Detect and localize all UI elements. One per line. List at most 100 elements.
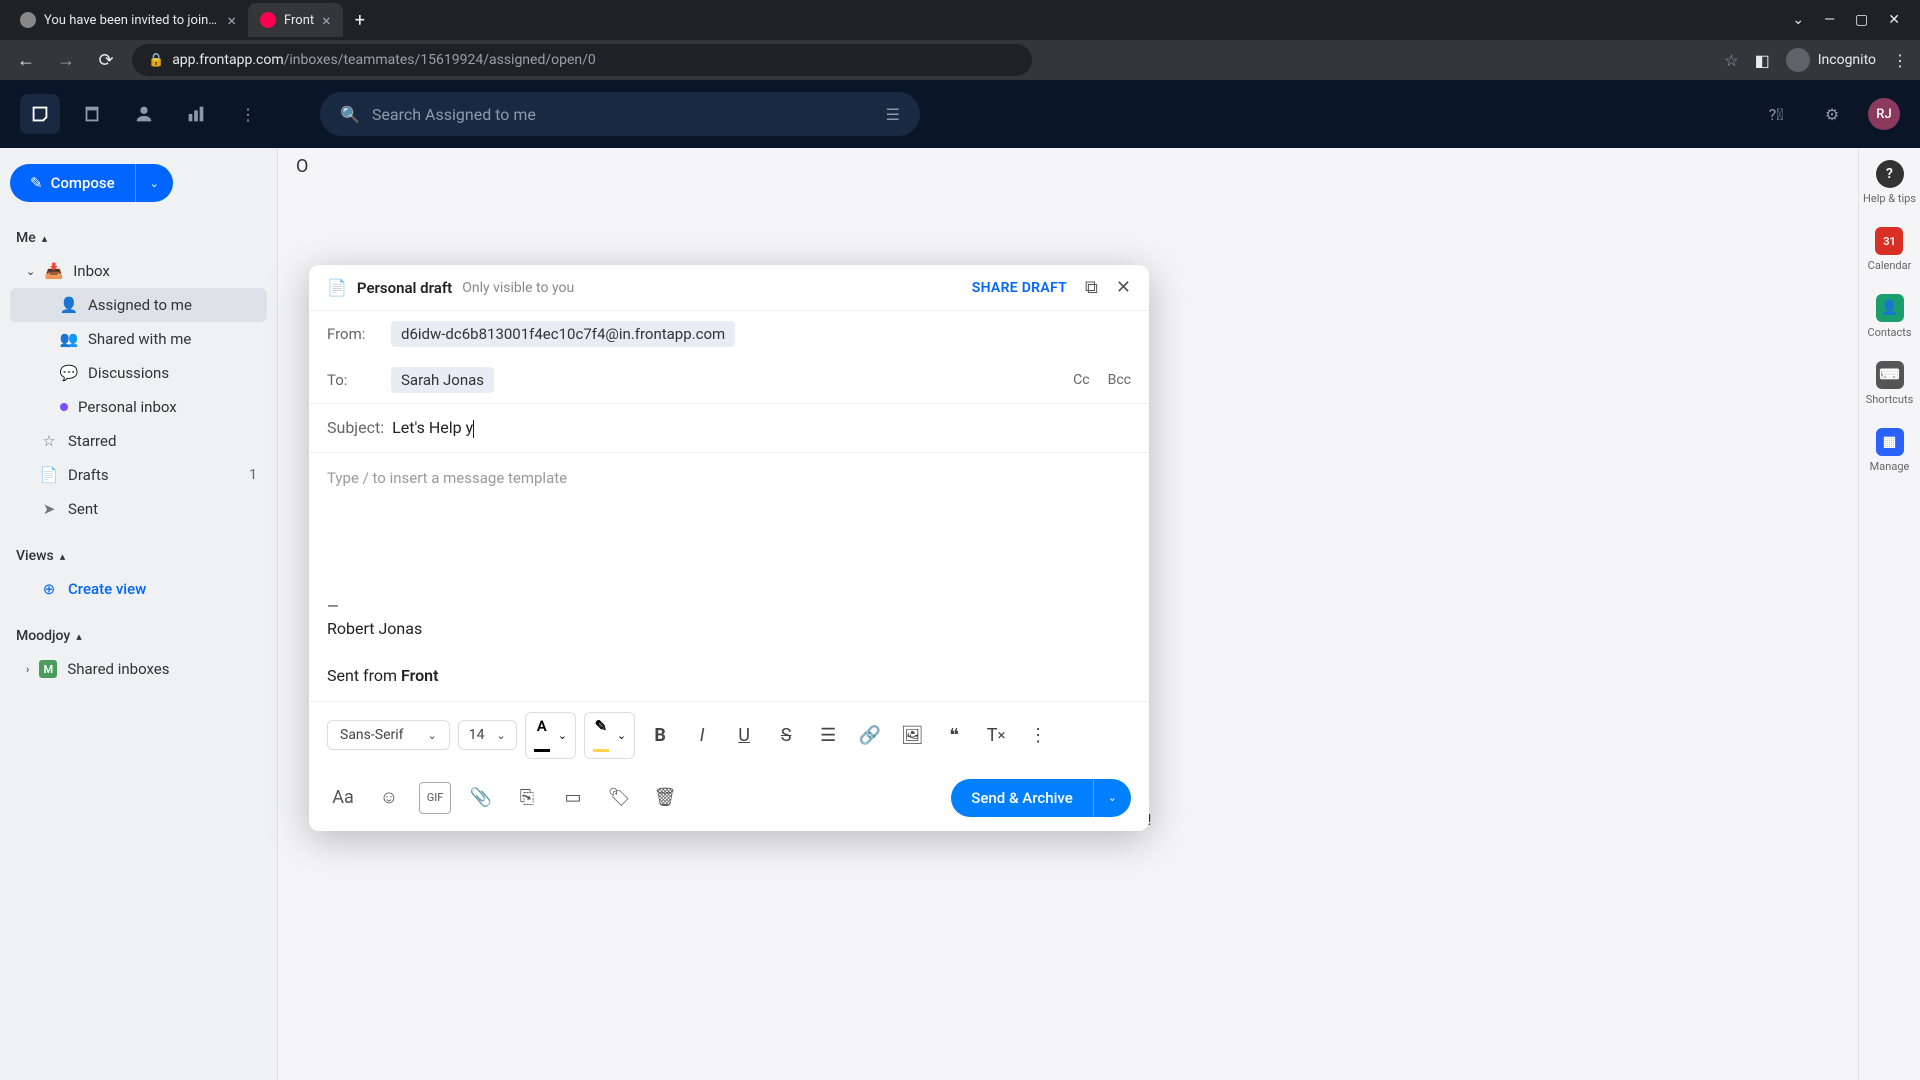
bookmark-icon[interactable]: ☆ — [1724, 51, 1738, 70]
help-icon[interactable]: ?⃝ — [1756, 94, 1796, 134]
analytics-nav-icon[interactable] — [176, 94, 216, 134]
from-field[interactable]: From: d6idw-dc6b813001f4ec10c7f4@in.fron… — [309, 311, 1149, 357]
compose-body[interactable]: Type / to insert a message template — Ro… — [309, 453, 1149, 701]
to-label: To: — [327, 371, 391, 389]
url-text: app.frontapp.com/inboxes/teammates/15619… — [172, 52, 596, 68]
sidebar-section-moodjoy[interactable]: Moodjoy ▴ — [10, 620, 267, 652]
underline-button[interactable]: U — [727, 718, 761, 752]
emoji-button[interactable]: ☺ — [373, 782, 405, 814]
template-button[interactable]: ⎘ — [511, 782, 543, 814]
sidebar-item-label: Drafts — [68, 466, 109, 484]
close-icon[interactable]: × — [322, 11, 331, 30]
rail-help[interactable]: ? Help & tips — [1863, 160, 1916, 205]
sidebar-item-sent[interactable]: ➤ Sent — [10, 492, 267, 526]
send-archive-button[interactable]: Send & Archive — [951, 779, 1092, 817]
inbox-nav-icon[interactable] — [20, 94, 60, 134]
subject-field[interactable]: Subject: Let's Help y — [309, 403, 1149, 453]
extensions-icon[interactable]: ◧ — [1755, 51, 1770, 70]
contacts-nav-icon[interactable] — [124, 94, 164, 134]
tag-button[interactable]: 🏷 — [603, 782, 635, 814]
filter-icon[interactable]: ☰ — [886, 105, 900, 124]
popout-icon[interactable]: ⧉ — [1085, 277, 1098, 298]
minimize-icon[interactable]: — — [1824, 12, 1835, 28]
link-button[interactable]: 🔗 — [853, 718, 887, 752]
maximize-icon[interactable]: ▢ — [1855, 12, 1868, 28]
close-icon[interactable]: ✕ — [1116, 277, 1131, 298]
forward-button[interactable]: → — [52, 50, 80, 71]
from-value[interactable]: d6idw-dc6b813001f4ec10c7f4@in.frontapp.c… — [391, 321, 735, 347]
bcc-button[interactable]: Bcc — [1108, 372, 1131, 388]
sidebar-item-starred[interactable]: ☆ Starred — [10, 424, 267, 458]
rail-contacts[interactable]: 👤 Contacts — [1867, 294, 1911, 339]
sidebar-section-views[interactable]: Views ▴ — [10, 540, 267, 572]
tab-search-icon[interactable]: ⌄ — [1792, 12, 1804, 28]
sidebar-section-me[interactable]: Me ▴ — [10, 222, 267, 254]
sidebar-item-inbox[interactable]: ⌄ 📥 Inbox — [10, 254, 267, 288]
avatar[interactable]: RJ — [1868, 98, 1900, 130]
sidebar-item-discussions[interactable]: 💬 Discussions — [10, 356, 267, 390]
browser-tab[interactable]: Front × — [248, 3, 343, 37]
sidebar-item-drafts[interactable]: 📄 Drafts 1 — [10, 458, 267, 492]
search-bar[interactable]: 🔍 Search Assigned to me ☰ — [320, 92, 920, 136]
incognito-badge[interactable]: Incognito — [1786, 48, 1876, 72]
close-icon[interactable]: × — [227, 11, 236, 30]
sidebar-item-shared-inboxes[interactable]: › M Shared inboxes — [10, 652, 267, 686]
chevron-up-icon: ▴ — [60, 550, 66, 563]
list-button[interactable]: ☰ — [811, 718, 845, 752]
font-size-dropdown[interactable]: 14⌄ — [458, 720, 517, 750]
sidebar-item-create-view[interactable]: ⊕ Create view — [10, 572, 267, 606]
bold-button[interactable]: B — [643, 718, 677, 752]
quote-button[interactable]: ❝ — [937, 718, 971, 752]
rail-label: Help & tips — [1863, 192, 1916, 205]
italic-button[interactable]: I — [685, 718, 719, 752]
snippet-button[interactable]: ▭ — [557, 782, 589, 814]
send-dropdown[interactable]: ⌄ — [1093, 779, 1131, 817]
close-window-icon[interactable]: ✕ — [1888, 12, 1900, 28]
plus-icon: ⊕ — [40, 580, 58, 598]
share-draft-button[interactable]: SHARE DRAFT — [972, 280, 1067, 296]
delete-button[interactable]: 🗑 — [649, 782, 681, 814]
rail-calendar[interactable]: 31 Calendar — [1868, 227, 1912, 272]
more-format-button[interactable]: ⋮ — [1021, 718, 1055, 752]
sent-icon: ➤ — [40, 500, 58, 518]
attach-button[interactable]: 📎 — [465, 782, 497, 814]
compose-dropdown[interactable]: ⌄ — [135, 164, 173, 202]
more-nav-icon[interactable]: ⋮ — [228, 94, 268, 134]
text-style-button[interactable]: Aa — [327, 782, 359, 814]
calendar-nav-icon[interactable] — [72, 94, 112, 134]
incognito-icon — [1786, 48, 1810, 72]
chevron-right-icon: › — [26, 663, 29, 676]
font-family-dropdown[interactable]: Sans-Serif⌄ — [327, 720, 450, 750]
sidebar-item-assigned[interactable]: 👤 Assigned to me — [10, 288, 267, 322]
calendar-icon: 31 — [1875, 227, 1903, 255]
apps-icon: ▦ — [1876, 428, 1904, 456]
gif-button[interactable]: GIF — [419, 782, 451, 814]
strikethrough-button[interactable]: S — [769, 718, 803, 752]
sent-from-line: Sent from Front — [327, 666, 1131, 685]
reload-button[interactable]: ⟳ — [92, 50, 120, 71]
back-button[interactable]: ← — [12, 50, 40, 71]
cc-button[interactable]: Cc — [1073, 372, 1089, 388]
rail-manage[interactable]: ▦ Manage — [1870, 428, 1910, 473]
section-label: Views — [16, 548, 54, 564]
sidebar-item-shared[interactable]: 👥 Shared with me — [10, 322, 267, 356]
rail-shortcuts[interactable]: ⌨ Shortcuts — [1866, 361, 1914, 406]
url-field[interactable]: 🔒 app.frontapp.com/inboxes/teammates/156… — [132, 44, 1032, 76]
browser-menu-icon[interactable]: ⋮ — [1892, 51, 1908, 70]
subject-input[interactable]: Let's Help y — [392, 418, 474, 438]
browser-tab[interactable]: You have been invited to join Fro × — [8, 3, 248, 37]
new-tab-button[interactable]: + — [343, 10, 377, 31]
image-button[interactable]: 🖼 — [895, 718, 929, 752]
settings-icon[interactable]: ⚙ — [1812, 94, 1852, 134]
sidebar-item-personal-inbox[interactable]: Personal inbox — [10, 390, 267, 424]
chevron-up-icon: ▴ — [76, 630, 82, 643]
text-color-dropdown[interactable]: A⌄ — [525, 712, 576, 759]
highlight-dropdown[interactable]: ✎⌄ — [584, 712, 635, 759]
compose-button[interactable]: ✎ Compose — [10, 164, 135, 202]
to-chip[interactable]: Sarah Jonas — [391, 367, 494, 393]
sidebar-item-label: Shared inboxes — [67, 660, 169, 678]
clear-format-button[interactable]: T× — [979, 718, 1013, 752]
browser-tab-strip: You have been invited to join Fro × Fron… — [0, 0, 1920, 40]
to-field[interactable]: To: Sarah Jonas Cc Bcc — [309, 357, 1149, 403]
sidebar-item-label: Discussions — [88, 364, 169, 382]
